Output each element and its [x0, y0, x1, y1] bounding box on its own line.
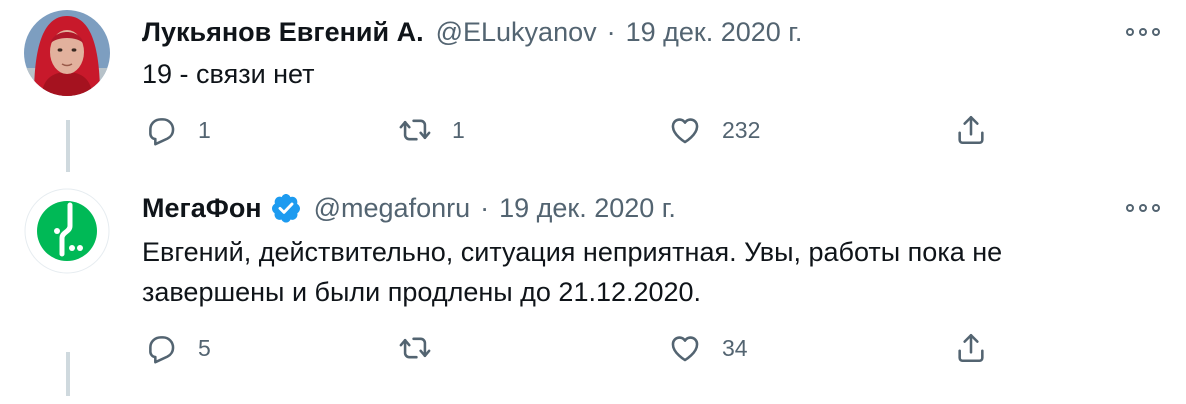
author-handle[interactable]: @megafonru	[314, 193, 471, 224]
like-count: 34	[722, 334, 748, 361]
avatar-megafon[interactable]	[24, 188, 110, 274]
like-count: 232	[722, 116, 761, 143]
thread-line	[66, 120, 70, 172]
tweet-header: Лукьянов Евгений А. @ELukyanov · 19 дек.…	[142, 12, 802, 52]
tweet-date[interactable]: 19 дек. 2020 г.	[499, 193, 676, 224]
tweet-1[interactable]: Лукьянов Евгений А. @ELukyanov · 19 дек.…	[0, 0, 1186, 180]
share-icon	[958, 333, 984, 363]
retweet-count: 1	[452, 116, 465, 143]
reply-icon	[149, 118, 175, 146]
avatar-lukyanov[interactable]	[24, 10, 110, 96]
like-icon	[671, 118, 699, 144]
share-button[interactable]	[954, 328, 988, 368]
tweet-date[interactable]: 19 дек. 2020 г.	[626, 17, 803, 48]
tweet-header: МегаФон @megafonru · 19 дек. 2020 г.	[142, 188, 676, 228]
separator-dot: ·	[480, 192, 490, 223]
like-button[interactable]: 232	[668, 110, 760, 150]
reply-count: 1	[198, 116, 211, 143]
like-button[interactable]: 34	[668, 328, 748, 368]
author-name[interactable]: МегаФон	[142, 193, 262, 224]
share-button[interactable]	[954, 110, 988, 150]
author-handle[interactable]: @ELukyanov	[436, 17, 597, 48]
like-icon	[671, 336, 699, 362]
reply-icon	[149, 336, 175, 364]
more-icon[interactable]	[1126, 198, 1160, 218]
retweet-button[interactable]	[398, 328, 452, 368]
author-name[interactable]: Лукьянов Евгений А.	[142, 17, 424, 48]
retweet-icon	[399, 119, 431, 141]
tweet-text: Евгений, действительно, ситуация неприят…	[142, 237, 1003, 307]
tweet-actions: 5 34	[142, 328, 1002, 368]
thread-line	[66, 352, 70, 396]
tweet-text: 19 - связи нет	[142, 59, 315, 89]
tweet-actions: 1 1 232	[142, 110, 1002, 150]
reply-button[interactable]: 5	[144, 328, 211, 368]
reply-button[interactable]: 1	[144, 110, 211, 150]
share-icon	[958, 115, 984, 145]
separator-dot: ·	[606, 16, 616, 47]
more-icon[interactable]	[1126, 22, 1160, 42]
retweet-icon	[399, 337, 431, 359]
reply-count: 5	[198, 334, 211, 361]
tweet-2[interactable]: МегаФон @megafonru · 19 дек. 2020 г. Евг…	[0, 180, 1186, 404]
verified-badge-icon	[271, 194, 300, 223]
retweet-button[interactable]: 1	[398, 110, 465, 150]
